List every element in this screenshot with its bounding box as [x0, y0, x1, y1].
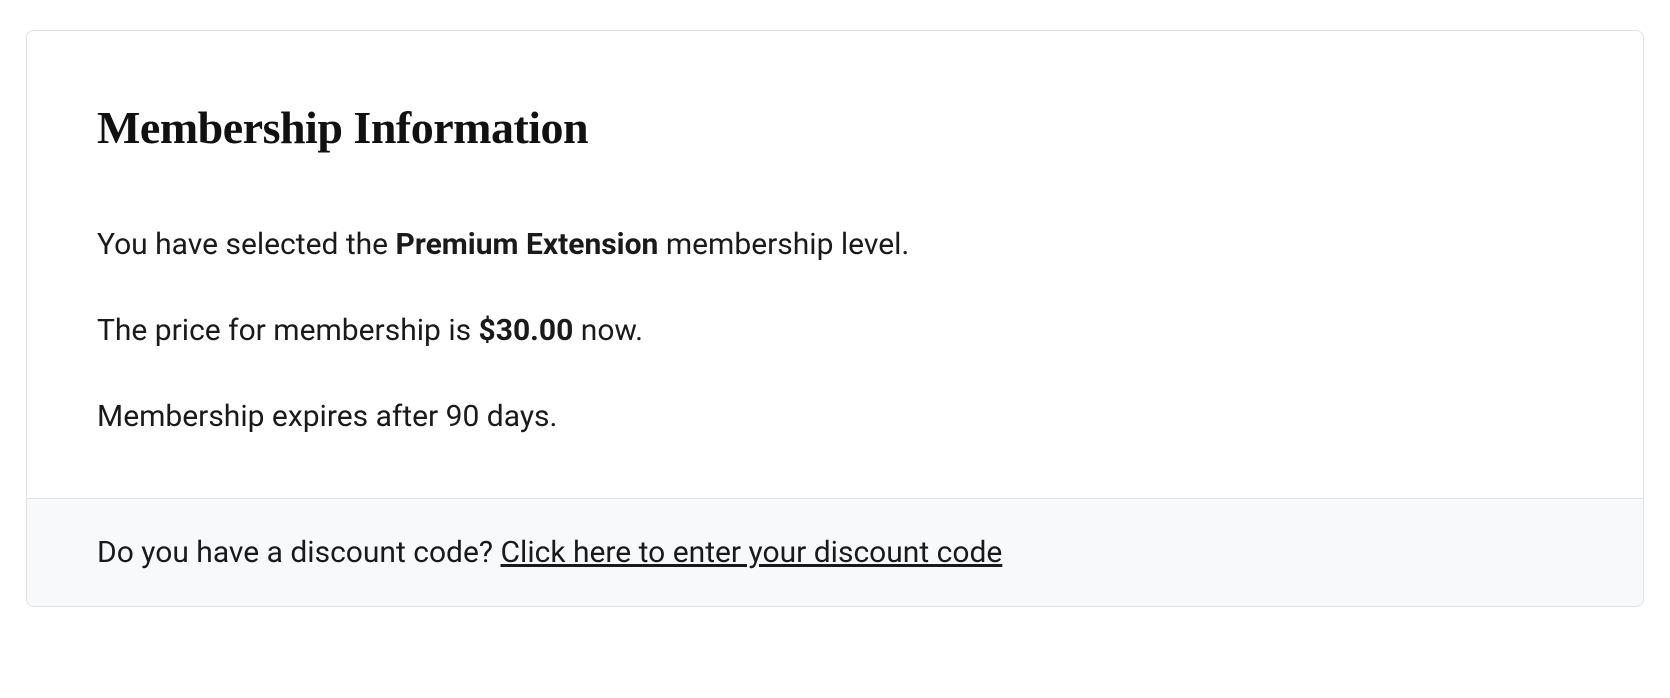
membership-info-card: Membership Information You have selected… [26, 30, 1644, 607]
expires-line: Membership expires after 90 days. [97, 396, 1573, 438]
selected-suffix: membership level. [658, 227, 909, 262]
price-value: $30.00 [479, 313, 574, 348]
selected-level-name: Premium Extension [396, 227, 659, 262]
card-title: Membership Information [97, 101, 1573, 154]
price-prefix: The price for membership is [97, 313, 479, 348]
price-line: The price for membership is $30.00 now. [97, 310, 1573, 352]
selected-level-line: You have selected the Premium Extension … [97, 224, 1573, 266]
price-suffix: now. [573, 313, 643, 348]
card-body: Membership Information You have selected… [27, 31, 1643, 498]
discount-question: Do you have a discount code? [97, 535, 501, 570]
discount-footer: Do you have a discount code? Click here … [27, 498, 1643, 606]
selected-prefix: You have selected the [97, 227, 396, 262]
discount-code-link[interactable]: Click here to enter your discount code [501, 535, 1003, 570]
